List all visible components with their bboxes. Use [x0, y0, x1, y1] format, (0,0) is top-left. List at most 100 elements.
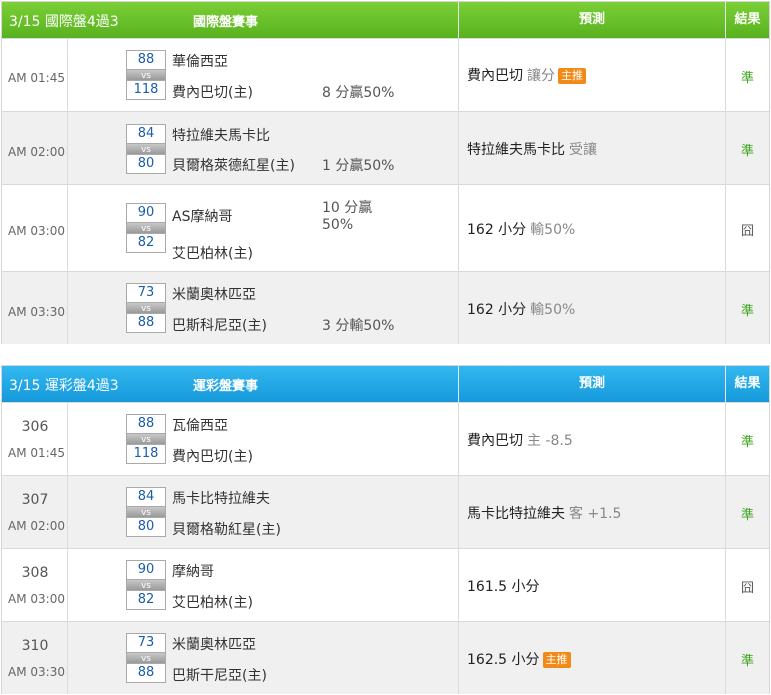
home-score: 88 — [137, 315, 155, 330]
vs-label: vs — [127, 69, 165, 81]
table-row: AM 02:00 84 vs 80 特拉維夫馬卡比 貝爾格萊德紅星(主) 1 分… — [2, 111, 769, 184]
prediction-note: 輸50% — [530, 302, 576, 318]
score-box: 90 vs 82 — [126, 560, 166, 610]
home-team: 費內巴切(主) — [172, 85, 253, 101]
home-score: 82 — [137, 235, 155, 250]
home-team: 費內巴切(主) — [172, 449, 253, 465]
home-score: 80 — [137, 519, 155, 534]
score-box: 84 vs 80 — [126, 124, 166, 174]
game-number: 306 — [21, 419, 49, 435]
spread-result: 3 分輸50% — [322, 318, 395, 334]
lottery-header-result: 結果 — [734, 376, 761, 391]
home-score: 118 — [133, 446, 159, 461]
away-score: 84 — [137, 489, 155, 504]
score-box: 88 vs 118 — [126, 50, 166, 100]
home-score: 88 — [137, 665, 155, 680]
lottery-table-header: 3/15 運彩盤4過3 運彩盤賽事 預測 結果 — [2, 366, 769, 402]
away-score: 73 — [137, 635, 155, 650]
away-team: AS摩納哥 — [172, 209, 233, 225]
result-mark: 準 — [740, 508, 754, 523]
prediction: 161.5 小分 — [467, 576, 540, 596]
away-score: 90 — [137, 205, 155, 220]
table-row: 307 AM 02:00 84 vs 80 馬卡比特拉維夫 貝爾格勒紅星(主) … — [2, 475, 769, 548]
prediction-pick: 費內巴切 — [467, 68, 523, 84]
prediction-pick: 162 小分 — [467, 222, 527, 238]
lottery-header-title: 運彩盤賽事 — [193, 379, 259, 394]
home-score: 82 — [137, 592, 155, 607]
match-time: AM 03:30 — [8, 665, 65, 679]
table-row: AM 03:00 90 vs 82 AS摩納哥 艾巴柏林(主) 10 分贏 50… — [2, 184, 769, 271]
result-mark: 準 — [740, 654, 754, 669]
vs-label: vs — [127, 652, 165, 664]
home-team: 艾巴柏林(主) — [172, 595, 253, 611]
vs-label: vs — [127, 222, 165, 234]
away-team: 摩納哥 — [172, 564, 214, 580]
away-score: 88 — [137, 52, 155, 67]
vs-label: vs — [127, 506, 165, 518]
prediction: 費內巴切 讓分 主推 — [467, 65, 586, 85]
top-pick-badge: 主推 — [542, 652, 571, 668]
home-team: 貝爾格萊德紅星(主) — [172, 158, 295, 174]
vs-label: vs — [127, 579, 165, 591]
score-box: 73 vs 88 — [126, 633, 166, 683]
table-row: 310 AM 03:30 73 vs 88 米蘭奧林匹亞 巴斯干尼亞(主) 16… — [2, 621, 769, 694]
home-team: 巴斯干尼亞(主) — [172, 668, 267, 684]
result-mark: 囧 — [740, 224, 754, 239]
match-time: AM 01:45 — [8, 446, 65, 460]
result-mark: 準 — [740, 144, 754, 159]
score-box: 84 vs 80 — [126, 487, 166, 537]
spread-result: 10 分贏 — [322, 200, 373, 216]
intl-picks-table: 3/15 國際盤4過3 國際盤賽事 預測 結果 AM 01:45 88 vs 1… — [1, 1, 770, 344]
away-team: 米蘭奧林匹亞 — [172, 287, 256, 303]
home-score: 118 — [133, 82, 159, 97]
game-number: 307 — [21, 492, 49, 508]
table-row: 308 AM 03:00 90 vs 82 摩納哥 艾巴柏林(主) 161.5 … — [2, 548, 769, 621]
away-team: 米蘭奧林匹亞 — [172, 637, 256, 653]
score-box: 88 vs 118 — [126, 414, 166, 464]
away-score: 88 — [137, 416, 155, 431]
table-row: AM 03:30 73 vs 88 米蘭奧林匹亞 巴斯科尼亞(主) 3 分輸50… — [2, 271, 769, 344]
game-number: 308 — [21, 565, 49, 581]
score-box: 73 vs 88 — [126, 283, 166, 333]
intl-header-result: 結果 — [734, 12, 761, 27]
result-mark: 準 — [740, 435, 754, 450]
away-team: 馬卡比特拉維夫 — [172, 491, 270, 507]
home-team: 巴斯科尼亞(主) — [172, 318, 267, 334]
home-score: 80 — [137, 156, 155, 171]
spread-result-line2: 50% — [322, 217, 354, 233]
away-team: 華倫西亞 — [172, 54, 228, 70]
match-time: AM 03:00 — [8, 592, 65, 606]
intl-header-date: 3/15 國際盤4過3 — [9, 14, 119, 30]
result-mark: 囧 — [740, 581, 754, 596]
prediction: 162.5 小分 主推 — [467, 649, 571, 669]
prediction-note: 客 +1.5 — [569, 506, 622, 522]
prediction-note: 輸50% — [530, 222, 576, 238]
prediction: 特拉維夫馬卡比 受讓 — [467, 139, 597, 159]
vs-label: vs — [127, 433, 165, 445]
prediction-pick: 費內巴切 — [467, 433, 523, 449]
match-time: AM 03:00 — [8, 224, 65, 238]
spread-result: 8 分贏50% — [322, 85, 395, 101]
lottery-header-prediction: 預測 — [459, 366, 726, 402]
away-team: 特拉維夫馬卡比 — [172, 128, 270, 144]
top-pick-badge: 主推 — [558, 68, 586, 84]
away-score: 73 — [137, 285, 155, 300]
prediction: 費內巴切主 -8.5 — [467, 430, 573, 450]
match-time: AM 03:30 — [8, 305, 65, 319]
lottery-header-date: 3/15 運彩盤4過3 — [9, 378, 119, 394]
prediction-note: 受讓 — [569, 142, 597, 158]
intl-table-header: 3/15 國際盤4過3 國際盤賽事 預測 結果 — [2, 2, 769, 38]
result-mark: 準 — [740, 71, 754, 86]
prediction-note: 讓分 — [527, 68, 555, 84]
prediction-note: 主 -8.5 — [527, 433, 573, 449]
game-number: 310 — [21, 638, 49, 654]
intl-header-prediction: 預測 — [459, 2, 726, 38]
away-team: 瓦倫西亞 — [172, 418, 228, 434]
score-box: 90 vs 82 — [126, 203, 166, 253]
prediction: 162 小分 輸50% — [467, 219, 575, 239]
vs-label: vs — [127, 143, 165, 155]
match-time: AM 02:00 — [8, 145, 65, 159]
prediction-pick: 162.5 小分 — [467, 652, 540, 668]
home-team: 貝爾格勒紅星(主) — [172, 522, 281, 538]
prediction-pick: 161.5 小分 — [467, 579, 540, 595]
